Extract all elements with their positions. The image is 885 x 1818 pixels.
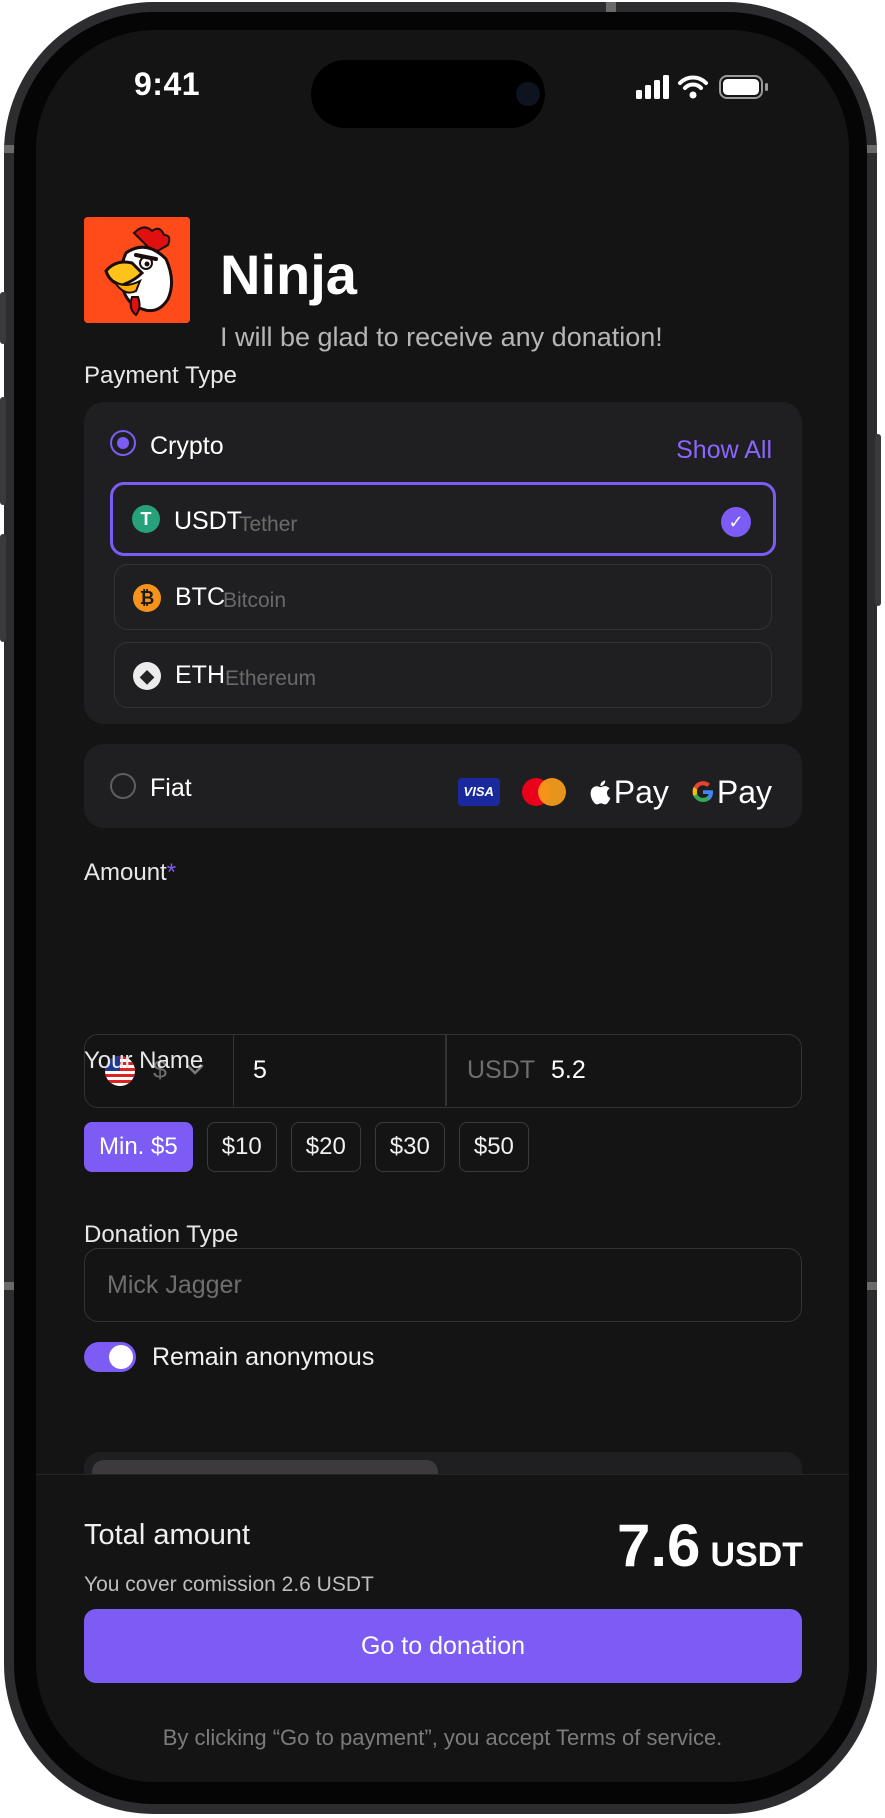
converted-amount-input[interactable]: 5.2: [551, 1056, 586, 1085]
power-button: [875, 434, 881, 606]
coin-option-eth[interactable]: ◆ ETH Ethereum: [114, 642, 772, 708]
action-button: [0, 292, 6, 344]
avatar: [84, 217, 190, 323]
fiat-label: Fiat: [150, 774, 192, 802]
crypto-card: Crypto Show All T USDT Tether ✓ ₿ BTC Bi…: [84, 402, 802, 724]
antenna-line: [606, 2, 616, 12]
your-name-label: Your Name: [84, 1047, 204, 1074]
go-to-donation-button[interactable]: Go to donation: [84, 1609, 802, 1683]
coin-option-btc[interactable]: ₿ BTC Bitcoin: [114, 564, 772, 630]
divider: [445, 1035, 447, 1106]
amount-label: Amount*: [84, 859, 177, 886]
coin-code: USDT: [174, 507, 243, 535]
coin-code: BTC: [175, 583, 225, 611]
coin-option-usdt[interactable]: T USDT Tether ✓: [110, 482, 776, 556]
preset-30[interactable]: $30: [374, 1122, 445, 1172]
total-amount: 7.6 USDT: [617, 1511, 803, 1580]
volume-up-button: [0, 397, 6, 505]
preset-20[interactable]: $20: [290, 1122, 361, 1172]
coin-name: Ethereum: [225, 667, 317, 690]
preset-50[interactable]: $50: [458, 1122, 529, 1172]
anonymous-label: Remain anonymous: [152, 1343, 375, 1371]
signal-wifi-battery-icon: [636, 75, 768, 99]
screen: 9:41 Ninja I will be glad to receive any…: [36, 30, 849, 1782]
check-icon: ✓: [721, 507, 751, 537]
terms-text: By clicking “Go to payment”, you accept …: [162, 1725, 723, 1750]
fiat-card[interactable]: Fiat VISA Pay Pay: [84, 744, 802, 828]
name-field[interactable]: Mick Jagger: [84, 1248, 802, 1322]
volume-down-button: [0, 534, 6, 642]
ethereum-icon: ◆: [133, 662, 161, 690]
camera-icon: [516, 82, 540, 106]
coin-name: Bitcoin: [223, 589, 287, 612]
crypto-radio[interactable]: [110, 430, 136, 456]
name-placeholder: Mick Jagger: [107, 1271, 242, 1299]
rooster-logo-icon: [84, 217, 190, 323]
apple-pay-icon: Pay: [588, 774, 669, 811]
coin-code: ETH: [175, 661, 225, 689]
show-all-link[interactable]: Show All: [676, 436, 772, 465]
payment-type-label: Payment Type: [84, 362, 237, 389]
preset-10[interactable]: $10: [206, 1122, 277, 1172]
tether-icon: T: [132, 505, 160, 533]
coin-name: Tether: [239, 513, 298, 536]
total-value: 7.6: [617, 1512, 701, 1579]
profile-name: Ninja: [220, 243, 357, 306]
google-pay-label: Pay: [716, 773, 772, 810]
total-label: Total amount: [84, 1519, 251, 1551]
donation-type-label: Donation Type: [84, 1221, 239, 1248]
required-mark: *: [166, 859, 177, 886]
amount-input[interactable]: 5: [253, 1056, 267, 1085]
amount-presets: Min. $5 $10 $20 $30 $50: [84, 1122, 529, 1172]
apple-pay-label: Pay: [613, 773, 669, 810]
visa-icon: VISA: [457, 778, 500, 806]
bitcoin-icon: ₿: [133, 584, 161, 612]
footer: Total amount You cover comission 2.6 USD…: [36, 1474, 849, 1782]
status-time: 9:41: [134, 66, 201, 102]
converted-currency: USDT: [467, 1056, 536, 1084]
mastercard-icon: [521, 778, 566, 806]
anonymous-toggle[interactable]: [84, 1342, 136, 1372]
total-currency: USDT: [710, 1536, 803, 1574]
status-icons: [636, 72, 786, 107]
payment-methods: VISA Pay Pay: [457, 770, 772, 814]
commission-note: You cover comission 2.6 USDT: [84, 1573, 374, 1596]
dynamic-island: [311, 60, 545, 128]
google-pay-icon: Pay: [691, 774, 772, 811]
preset-min[interactable]: Min. $5: [84, 1122, 193, 1172]
profile-subtitle: I will be glad to receive any donation!: [220, 322, 663, 352]
fiat-radio[interactable]: [110, 773, 136, 799]
crypto-label: Crypto: [150, 432, 224, 460]
